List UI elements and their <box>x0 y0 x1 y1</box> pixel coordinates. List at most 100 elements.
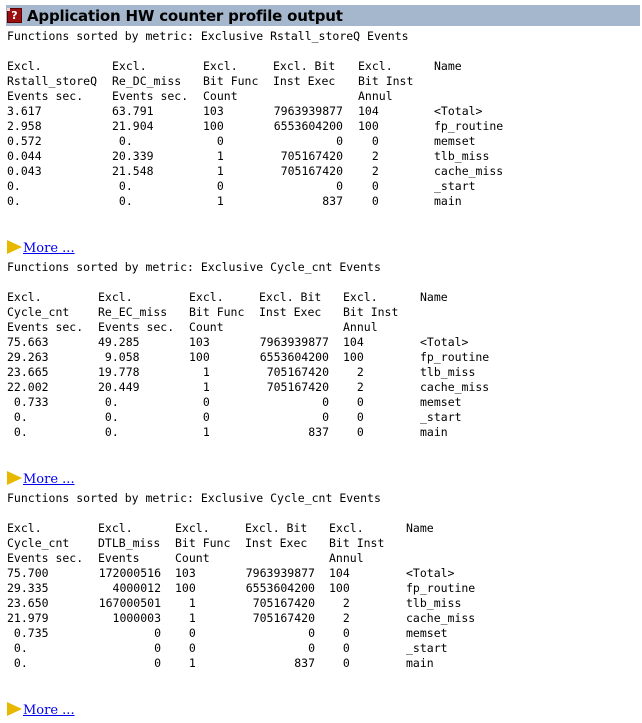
metric-value: 75.663 <box>7 335 49 349</box>
function-name[interactable]: fp_routine <box>434 119 503 134</box>
metric-value: 100 <box>175 581 196 595</box>
metric-value: 2.958 <box>7 119 42 133</box>
column-header: Excl. <box>7 59 42 73</box>
metric-value: 0 <box>343 410 364 424</box>
function-name[interactable]: cache_miss <box>434 164 503 179</box>
column-header: Excl. <box>175 521 210 535</box>
table-row[interactable]: 75.700 172000516 103 7963939877 104 <Total> <box>7 566 454 581</box>
table-row[interactable]: 0.735 0 00 0 memset <box>7 626 448 641</box>
metric-value: 21.979 <box>7 611 49 625</box>
function-name[interactable]: main <box>406 656 434 671</box>
table-row[interactable]: 0.733 0. 00 0 memset <box>7 395 462 410</box>
metric-value: 837 <box>294 656 315 670</box>
function-name[interactable]: memset <box>406 626 448 641</box>
metric-value: 2 <box>343 380 364 394</box>
column-header: Excl. Bit <box>273 59 336 73</box>
column-header: Excl. Bit <box>245 521 308 535</box>
metric-value: 7963939877 <box>259 335 329 349</box>
column-header-row: Excl. Excl. Excl. Excl. Bit Excl. Name <box>7 521 434 536</box>
more-link[interactable]: More ... <box>23 703 75 718</box>
table-row[interactable]: 0.044 20.339 1 705167420 2 tlb_miss <box>7 149 489 164</box>
column-header: Excl. <box>7 290 42 304</box>
metric-value: 0.572 <box>7 134 42 148</box>
table-row[interactable]: 21.979 1000003 1 705167420 2 cache_miss <box>7 611 475 626</box>
section-caption: Functions sorted by metric: Exclusive Cy… <box>7 260 381 274</box>
section-caption: Functions sorted by metric: Exclusive Rs… <box>7 29 409 43</box>
function-name[interactable]: cache_miss <box>406 611 475 626</box>
column-header: Excl. <box>98 521 133 535</box>
column-header-row: Events sec. Events sec. Count Annul <box>7 320 381 335</box>
metric-value: 100 <box>189 350 210 364</box>
table-row[interactable]: 23.650 167000501 1 705167420 2 tlb_miss <box>7 596 461 611</box>
function-name[interactable]: <Total> <box>434 104 482 119</box>
expand-arrow-icon[interactable] <box>7 240 22 254</box>
section-caption: Functions sorted by metric: Exclusive Cy… <box>7 491 381 505</box>
function-name[interactable]: <Total> <box>420 335 468 350</box>
metric-value: 0 <box>329 656 350 670</box>
metric-value: 1000003 <box>112 611 161 625</box>
table-row[interactable]: 75.663 49.285 103 7963939877 104 <Total> <box>7 335 468 350</box>
table-row[interactable]: 0. 0. 1 837 0 main <box>7 425 448 440</box>
column-header: Cycle_cnt <box>7 536 70 550</box>
column-header: Events sec. <box>7 551 84 565</box>
metric-value: 2 <box>329 596 350 610</box>
function-name[interactable]: fp_routine <box>406 581 475 596</box>
help-icon[interactable]: ? <box>7 8 22 23</box>
table-row[interactable]: 23.665 19.778 1 705167420 2 tlb_miss <box>7 365 475 380</box>
metric-value: 0 <box>203 179 224 193</box>
function-name[interactable]: cache_miss <box>420 380 489 395</box>
table-row[interactable]: 0. 0. 00 0 _start <box>7 179 476 194</box>
more-link[interactable]: More ... <box>23 241 75 256</box>
table-row[interactable]: 0. 0. 1 837 0 main <box>7 194 462 209</box>
function-name[interactable]: <Total> <box>406 566 454 581</box>
function-name[interactable]: tlb_miss <box>420 365 475 380</box>
metric-value: 1 <box>175 596 196 610</box>
column-header: Excl. <box>98 290 133 304</box>
metric-value: 21.904 <box>112 119 154 133</box>
metric-section: Functions sorted by metric: Exclusive Cy… <box>7 260 489 440</box>
table-row[interactable]: 29.263 9.058 100 6553604200 100 fp_routine <box>7 350 489 365</box>
function-name[interactable]: memset <box>420 395 462 410</box>
column-header: Bit Inst <box>329 536 385 550</box>
column-header-row: Events sec. Events Count Annul <box>7 551 381 566</box>
table-row[interactable]: 0. 0 1 837 0 main <box>7 656 434 671</box>
metric-value: 0 <box>175 626 196 640</box>
more-link[interactable]: More ... <box>23 472 75 487</box>
metric-section: Functions sorted by metric: Exclusive Rs… <box>7 29 503 209</box>
expand-arrow-icon[interactable] <box>7 702 22 716</box>
table-row[interactable]: 0.572 0. 0 0 0 memset <box>7 134 476 149</box>
function-name[interactable]: tlb_miss <box>434 149 489 164</box>
metric-value: 104 <box>358 104 379 118</box>
metric-value: 0 <box>308 626 315 640</box>
column-header-row: Excl. Excl. Excl. Excl. Bit Excl. Name <box>7 59 462 74</box>
expand-arrow-icon[interactable] <box>7 471 22 485</box>
metric-value: 6553604200 <box>245 581 315 595</box>
metric-value: 9.058 <box>98 350 140 364</box>
column-header: Inst Exec <box>259 305 322 319</box>
metric-value: 705167420 <box>266 365 329 379</box>
function-name[interactable]: main <box>420 425 448 440</box>
metric-value: 7963939877 <box>273 104 343 118</box>
function-name[interactable]: _start <box>434 179 476 194</box>
metric-value: 0 <box>358 134 379 148</box>
table-row[interactable]: 3.617 63.791 103 7963939877 104 <Total> <box>7 104 482 119</box>
table-row[interactable]: 22.002 20.449 1 705167420 2 cache_miss <box>7 380 489 395</box>
function-name[interactable]: _start <box>420 410 462 425</box>
column-header: Annul <box>343 320 378 334</box>
function-name[interactable]: main <box>434 194 462 209</box>
table-row[interactable]: 0. 0 00 0 _start <box>7 641 448 656</box>
metric-value: 0 <box>336 134 343 148</box>
table-row[interactable]: 2.958 21.904 100 6553604200 100 fp_routine <box>7 119 503 134</box>
metric-value: 1 <box>189 365 210 379</box>
table-row[interactable]: 0. 0. 00 0 _start <box>7 410 462 425</box>
function-name[interactable]: tlb_miss <box>406 596 461 611</box>
function-name[interactable]: memset <box>434 134 476 149</box>
metric-value: 0. <box>7 179 21 193</box>
metric-value: 1 <box>175 611 196 625</box>
table-row[interactable]: 29.335 4000012 100 6553604200 100 fp_routine <box>7 581 475 596</box>
table-row[interactable]: 0.043 21.548 1 705167420 2 cache_miss <box>7 164 503 179</box>
metric-value: 837 <box>308 425 329 439</box>
column-header: Re_EC_miss <box>98 305 168 319</box>
function-name[interactable]: _start <box>406 641 448 656</box>
function-name[interactable]: fp_routine <box>420 350 489 365</box>
